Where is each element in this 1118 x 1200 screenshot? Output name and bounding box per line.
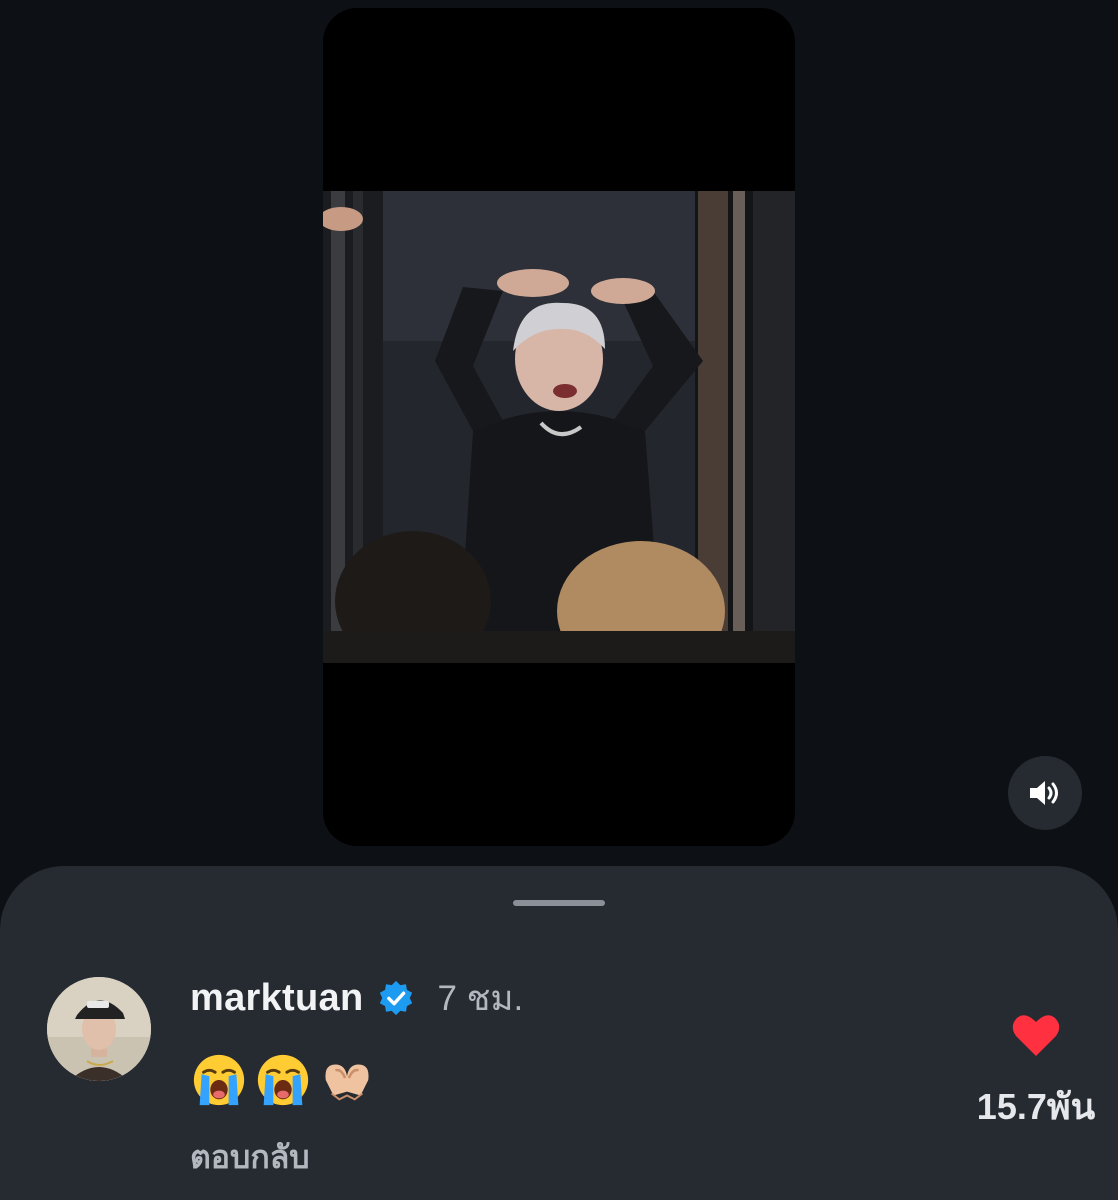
- comment-header: marktuan 7 ชม.: [190, 976, 523, 1020]
- comment-like-group: 15.7พัน: [958, 1012, 1114, 1135]
- comment-item: marktuan 7 ชม. ตอบกลับ: [190, 976, 523, 1183]
- verified-badge-icon: [380, 980, 413, 1016]
- heart-hands-icon: [325, 1064, 369, 1101]
- app-root: marktuan 7 ชม. ตอบกลับ 15.7พัน: [0, 0, 1118, 1200]
- reply-button[interactable]: ตอบกลับ: [190, 1132, 310, 1183]
- video-frame: [323, 191, 795, 663]
- loudly-crying-face-icon: [193, 1054, 245, 1106]
- like-count: 15.7พัน: [976, 1086, 1096, 1127]
- comment-timestamp: 7 ชม.: [437, 978, 524, 1018]
- loudly-crying-face-icon: [257, 1054, 309, 1106]
- avatar[interactable]: [47, 977, 151, 1081]
- comments-sheet: marktuan 7 ชม. ตอบกลับ 15.7พัน: [0, 866, 1118, 1200]
- sheet-drag-handle[interactable]: [513, 900, 605, 906]
- speaker-icon: [1030, 781, 1058, 805]
- video-still-image: [323, 191, 795, 663]
- reel-video-player[interactable]: [323, 8, 795, 846]
- avatar-image: [47, 977, 151, 1081]
- sound-toggle-button[interactable]: [1008, 756, 1082, 830]
- heart-icon[interactable]: [1011, 1012, 1061, 1058]
- comment-text: [190, 1048, 523, 1112]
- comment-username[interactable]: marktuan: [190, 977, 363, 1020]
